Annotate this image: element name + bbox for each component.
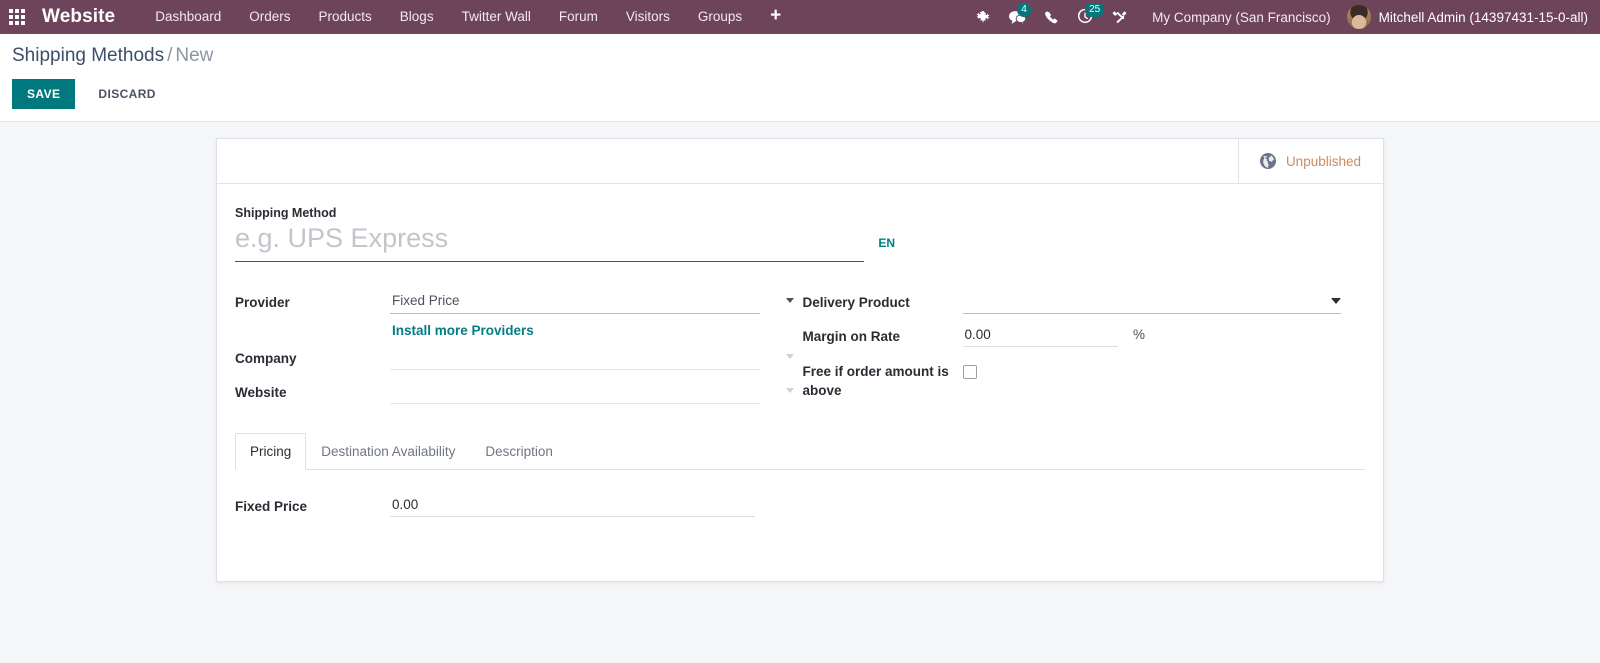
website-publish-toggle[interactable]: Unpublished — [1237, 139, 1383, 183]
globe-icon — [1259, 153, 1276, 169]
field-website: Website — [235, 378, 798, 407]
company-value-wrap — [390, 344, 798, 370]
install-more-providers-link[interactable]: Install more Providers — [392, 323, 534, 338]
free-if-above-value-wrap — [962, 357, 1366, 384]
apps-menu-button[interactable] — [0, 0, 34, 34]
shipping-method-title-row: Shipping Method EN — [235, 206, 895, 262]
fixed-price-label: Fixed Price — [235, 499, 308, 514]
menu-item-blogs[interactable]: Blogs — [386, 0, 448, 34]
chevron-down-icon — [785, 298, 794, 303]
form-body: Shipping Method EN Provider Fixed Price — [217, 184, 1383, 581]
language-badge-en[interactable]: EN — [864, 236, 895, 262]
website-select-wrap — [390, 380, 798, 404]
user-name-label: Mitchell Admin (14397431-15-0-all) — [1378, 9, 1588, 25]
margin-on-rate-value-wrap: % — [962, 322, 1366, 347]
field-delivery-product: Delivery Product — [803, 288, 1366, 317]
company-select[interactable] — [390, 346, 760, 370]
margin-on-rate-input[interactable] — [962, 324, 1118, 347]
percent-suffix: % — [1132, 327, 1145, 342]
main-menu: Dashboard Orders Products Blogs Twitter … — [141, 0, 795, 34]
shipping-method-label: Shipping Method — [235, 206, 337, 220]
company-select-wrap — [390, 346, 798, 370]
delivery-product-select[interactable] — [962, 290, 1341, 314]
menu-item-twitter-wall[interactable]: Twitter Wall — [448, 0, 545, 34]
app-brand-website[interactable]: Website — [42, 6, 115, 28]
phone-icon — [1045, 11, 1058, 24]
tab-destination-availability[interactable]: Destination Availability — [306, 433, 470, 470]
debug-menu-button[interactable] — [966, 0, 1000, 34]
company-label: Company — [235, 351, 297, 366]
tab-pane-pricing: Fixed Price — [235, 470, 1365, 551]
save-button[interactable]: SAVE — [12, 79, 76, 109]
chevron-down-icon — [785, 388, 794, 393]
avatar — [1346, 5, 1371, 29]
field-provider: Provider Fixed Price Install more Provid… — [235, 288, 798, 344]
field-margin-on-rate: Margin on Rate % — [803, 322, 1366, 351]
developer-tools-button[interactable] — [1102, 0, 1136, 34]
website-label: Website — [235, 385, 287, 400]
add-menu-button[interactable]: + — [756, 0, 795, 34]
menu-item-orders[interactable]: Orders — [235, 0, 304, 34]
provider-select-wrap: Fixed Price — [390, 290, 798, 314]
form-column-left: Provider Fixed Price Install more Provid… — [235, 288, 798, 407]
delivery-product-select-wrap — [962, 290, 1341, 314]
delivery-product-value-wrap — [962, 288, 1366, 314]
provider-value-wrap: Fixed Price Install more Providers — [390, 288, 798, 344]
chevron-down-icon — [785, 354, 794, 359]
form-sheet: Unpublished Shipping Method EN Provider — [216, 138, 1384, 582]
voip-phone-button[interactable] — [1034, 0, 1068, 34]
free-if-above-checkbox[interactable] — [962, 365, 977, 379]
menu-item-dashboard[interactable]: Dashboard — [141, 0, 235, 34]
notebook: Pricing Destination Availability Descrip… — [235, 433, 1365, 551]
breadcrumb-separator: / — [167, 45, 173, 66]
breadcrumb: Shipping Methods / New — [12, 44, 1588, 68]
breadcrumb-shipping-methods[interactable]: Shipping Methods — [12, 45, 164, 66]
systray: 4 25 My Company (San Francisco) Mitchell… — [966, 0, 1600, 34]
apps-grid-icon — [9, 9, 25, 25]
tab-pricing[interactable]: Pricing — [235, 433, 307, 470]
free-if-above-label: Free if order amount is above — [802, 364, 949, 398]
provider-label: Provider — [235, 295, 290, 310]
bug-icon — [976, 11, 990, 23]
website-value-wrap — [390, 378, 798, 404]
form-status-bar: Unpublished — [217, 139, 1383, 184]
shipping-method-title-block: Shipping Method — [235, 206, 865, 262]
wrench-screwdriver-icon — [1112, 10, 1127, 23]
margin-on-rate-label: Margin on Rate — [802, 329, 901, 344]
control-panel: Shipping Methods / New SAVE DISCARD — [0, 34, 1600, 122]
menu-item-groups[interactable]: Groups — [684, 0, 756, 34]
top-navbar: Website Dashboard Orders Products Blogs … — [0, 0, 1600, 34]
messages-button[interactable]: 4 — [1000, 0, 1034, 34]
form-view-area: Unpublished Shipping Method EN Provider — [0, 122, 1600, 663]
provider-select[interactable]: Fixed Price — [390, 290, 760, 314]
form-columns: Provider Fixed Price Install more Provid… — [235, 288, 1365, 407]
menu-item-products[interactable]: Products — [305, 0, 386, 34]
breadcrumb-current: New — [175, 45, 214, 66]
activities-button[interactable]: 25 — [1068, 0, 1105, 34]
control-panel-buttons: SAVE DISCARD — [12, 79, 1588, 109]
notebook-tabs: Pricing Destination Availability Descrip… — [235, 433, 1365, 470]
messages-badge: 4 — [1017, 3, 1032, 17]
tab-description[interactable]: Description — [470, 433, 568, 470]
publish-state-label: Unpublished — [1285, 153, 1361, 169]
menu-item-forum[interactable]: Forum — [545, 0, 612, 34]
company-switcher[interactable]: My Company (San Francisco) — [1136, 10, 1343, 25]
website-select[interactable] — [390, 380, 760, 404]
shipping-method-name-input[interactable] — [235, 222, 865, 262]
field-company: Company — [235, 344, 798, 373]
form-column-right: Delivery Product Margin on Rate % — [803, 288, 1366, 407]
user-menu-button[interactable]: Mitchell Admin (14397431-15-0-all) — [1343, 5, 1600, 29]
discard-button[interactable]: DISCARD — [83, 79, 170, 109]
delivery-product-label: Delivery Product — [802, 295, 910, 310]
field-free-if-above: Free if order amount is above — [803, 357, 1366, 400]
field-fixed-price: Fixed Price — [235, 492, 1365, 521]
menu-item-visitors[interactable]: Visitors — [612, 0, 684, 34]
fixed-price-value-wrap — [390, 492, 1365, 517]
fixed-price-input[interactable] — [390, 494, 755, 517]
